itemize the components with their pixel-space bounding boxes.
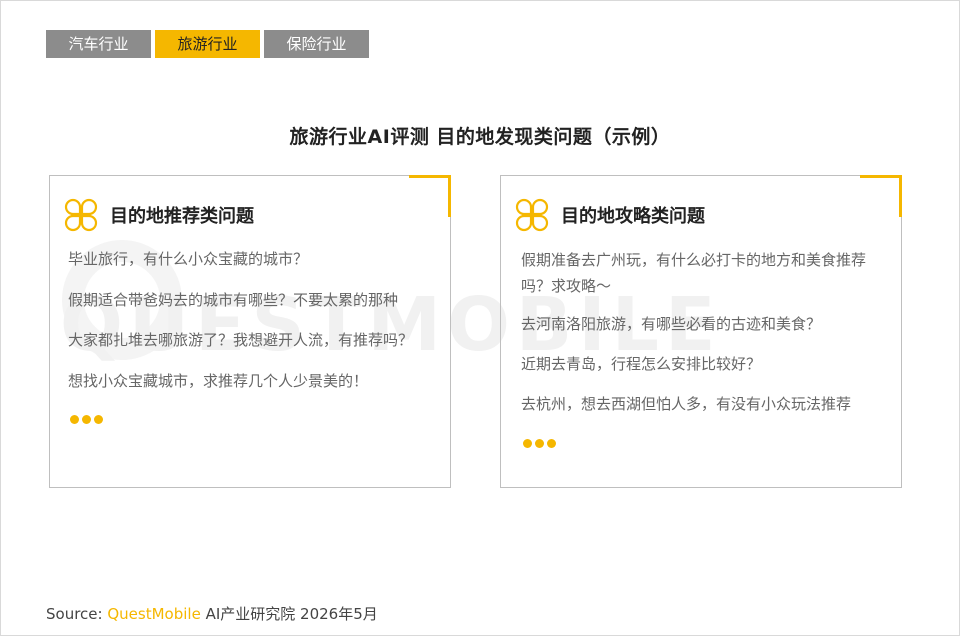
card-header: 目的地推荐类问题 — [64, 198, 254, 232]
card-corner-accent — [860, 175, 902, 178]
question-item: 去杭州，想去西湖但怕人多，有没有小众玩法推荐 — [521, 395, 852, 413]
tab-insurance[interactable]: 保险行业 — [264, 30, 369, 58]
card-corner-accent — [899, 175, 902, 217]
card-title: 目的地攻略类问题 — [561, 206, 705, 227]
card-corner-accent — [448, 175, 451, 217]
tab-travel[interactable]: 旅游行业 — [155, 30, 260, 58]
clover-icon — [515, 198, 549, 232]
page-title: 旅游行业AI评测 目的地发现类问题（示例） — [289, 126, 671, 148]
source-prefix: Source: — [46, 605, 103, 623]
card-destination-guide: 目的地攻略类问题 假期准备去广州玩，有什么必打卡的地方和美食推荐吗？求攻略～ 去… — [500, 175, 902, 488]
question-item: 大家都扎堆去哪旅游了？我想避开人流，有推荐吗？ — [68, 331, 414, 349]
question-item: 想找小众宝藏城市，求推荐几个人少景美的！ — [68, 372, 369, 390]
question-item: 去河南洛阳旅游，有哪些必看的古迹和美食？ — [521, 315, 822, 333]
question-item: 近期去青岛，行程怎么安排比较好？ — [521, 355, 762, 373]
question-item: 毕业旅行，有什么小众宝藏的城市？ — [68, 250, 309, 268]
card-destination-recommendation: 目的地推荐类问题 毕业旅行，有什么小众宝藏的城市？ 假期适合带爸妈去的城市有哪些… — [49, 175, 451, 488]
clover-icon — [64, 198, 98, 232]
more-dots-icon — [523, 439, 556, 448]
industry-tabs: 汽车行业 旅游行业 保险行业 — [46, 30, 369, 58]
card-header: 目的地攻略类问题 — [515, 198, 705, 232]
source-brand: QuestMobile — [107, 605, 201, 623]
more-dots-icon — [70, 415, 103, 424]
tab-auto[interactable]: 汽车行业 — [46, 30, 151, 58]
card-title: 目的地推荐类问题 — [110, 206, 254, 227]
card-corner-accent — [409, 175, 451, 178]
source-suffix: AI产业研究院 2026年5月 — [205, 605, 378, 623]
source-footer: Source: QuestMobile AI产业研究院 2026年5月 — [46, 603, 378, 624]
question-item: 假期适合带爸妈去的城市有哪些？不要太累的那种 — [68, 291, 399, 309]
question-item: 假期准备去广州玩，有什么必打卡的地方和美食推荐吗？求攻略～ — [521, 251, 867, 295]
